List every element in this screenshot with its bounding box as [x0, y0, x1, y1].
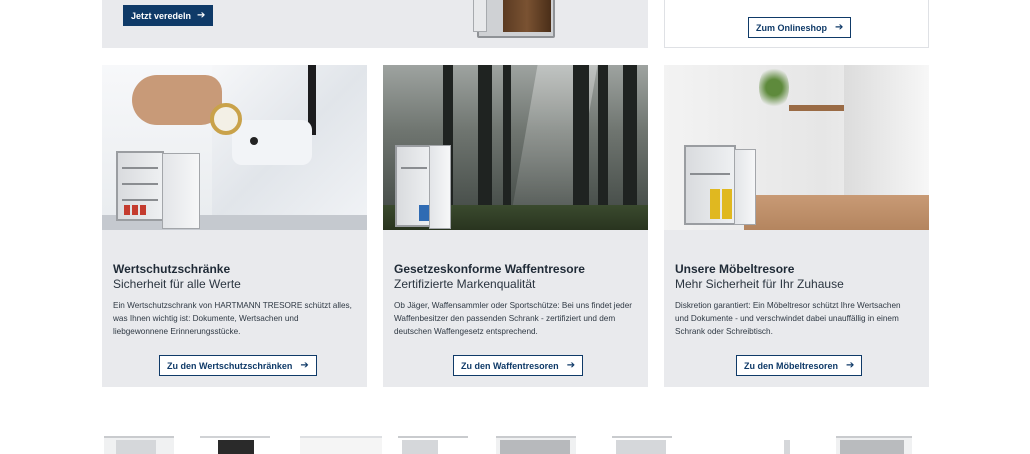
- arrow-right-icon: ➔: [300, 359, 309, 371]
- button-label: Zu den Waffentresoren: [461, 360, 559, 371]
- zu-den-waffentresoren-button[interactable]: Zu den Waffentresoren ➔: [453, 355, 584, 376]
- waffentresor-image: [383, 65, 648, 230]
- moebeltresor-image: [664, 65, 929, 230]
- onlineshop-panel: Zum Onlineshop ➔: [664, 0, 929, 48]
- product-thumbnail[interactable]: [612, 436, 672, 454]
- card-subtitle: Sicherheit für alle Werte: [113, 277, 241, 291]
- card-description: Ob Jäger, Waffensammler oder Sportschütz…: [394, 301, 633, 336]
- product-thumbnail[interactable]: [496, 436, 576, 454]
- zu-den-wertschutzschraenken-button[interactable]: Zu den Wertschutzschränken ➔: [159, 355, 317, 376]
- arrow-right-icon: ➔: [566, 359, 576, 371]
- arrow-right-icon: ➔: [846, 359, 855, 371]
- safe-image: [473, 0, 555, 38]
- zu-den-moebeltresoren-button[interactable]: Zu den Möbeltresoren ➔: [736, 355, 863, 376]
- card-wertschutzschraenke: Wertschutzschränke Sicherheit für alle W…: [102, 65, 367, 387]
- wertschutzschrank-image: [102, 65, 367, 230]
- card-description: Ein Wertschutzschrank von HARTMANN TRESO…: [113, 301, 352, 336]
- product-thumbnail[interactable]: [300, 436, 382, 454]
- promo-banner: Jetzt veredeln ➔: [102, 0, 648, 48]
- product-thumbnail[interactable]: [730, 436, 800, 454]
- zum-onlineshop-label: Zum Onlineshop: [756, 22, 827, 33]
- product-thumbnail[interactable]: [104, 436, 174, 454]
- card-description: Diskretion garantiert: Ein Möbeltresor s…: [675, 301, 901, 336]
- card-subtitle: Mehr Sicherheit für Ihr Zuhause: [675, 277, 844, 291]
- card-subtitle: Zertifizierte Markenqualität: [394, 277, 536, 291]
- jetzt-veredeln-button[interactable]: Jetzt veredeln ➔: [123, 5, 214, 26]
- product-thumbnail[interactable]: [200, 436, 270, 454]
- card-title: Gesetzeskonforme Waffentresore: [394, 262, 585, 276]
- card-title: Unsere Möbeltresore: [675, 262, 795, 276]
- zum-onlineshop-button[interactable]: Zum Onlineshop ➔: [748, 17, 852, 38]
- jetzt-veredeln-label: Jetzt veredeln: [131, 10, 192, 21]
- card-moebeltresore: Unsere Möbeltresore Mehr Sicherheit für …: [664, 65, 929, 387]
- product-thumbnail[interactable]: [398, 436, 468, 454]
- card-waffentresore: Gesetzeskonforme Waffentresore Zertifizi…: [383, 65, 648, 387]
- button-label: Zu den Möbeltresoren: [744, 360, 839, 371]
- arrow-right-icon: ➔: [835, 21, 844, 33]
- arrow-right-icon: ➔: [197, 9, 206, 21]
- button-label: Zu den Wertschutzschränken: [167, 360, 293, 371]
- product-thumbnail[interactable]: [836, 436, 912, 454]
- card-title: Wertschutzschränke: [113, 262, 231, 276]
